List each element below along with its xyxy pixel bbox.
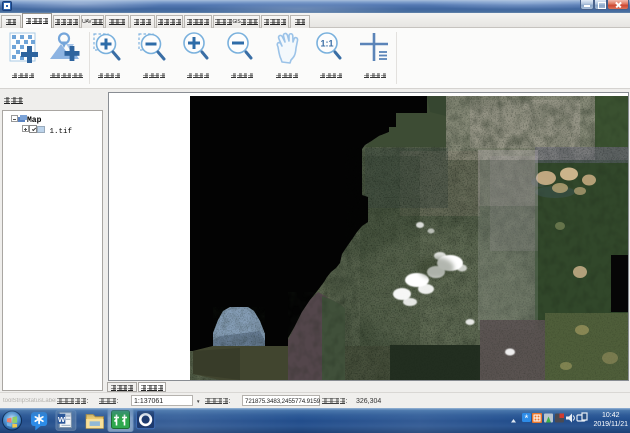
svg-text:*: * [525,414,529,425]
svg-text:1:1: 1:1 [320,39,333,49]
